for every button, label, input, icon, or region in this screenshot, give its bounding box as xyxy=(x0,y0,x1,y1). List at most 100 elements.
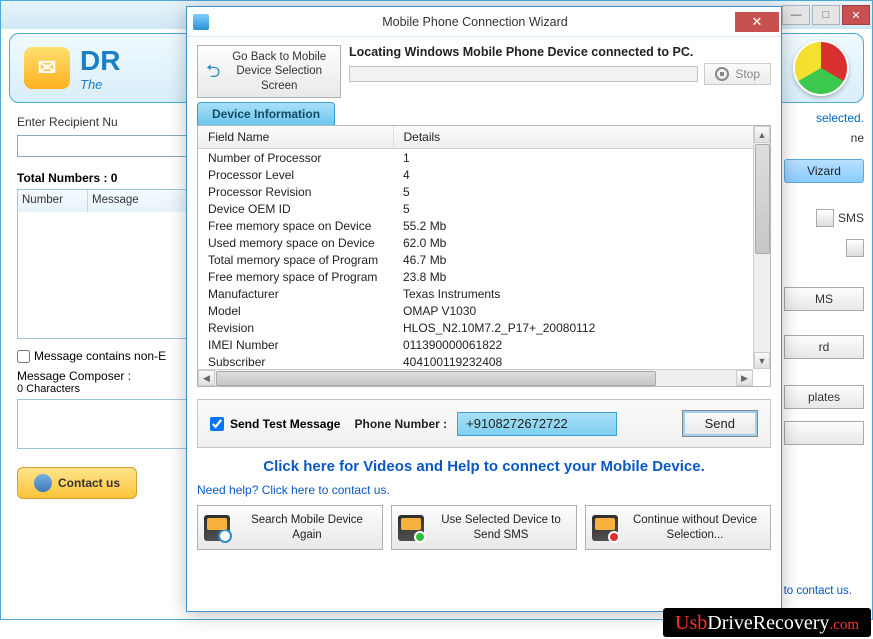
continue-without-device-label: Continue without Device Selection... xyxy=(626,513,764,542)
device-ok-icon xyxy=(398,515,424,541)
help-video-link[interactable]: Click here for Videos and Help to connec… xyxy=(197,458,771,475)
pie-chart-icon xyxy=(793,40,849,96)
nonlatin-checkbox[interactable] xyxy=(17,350,30,363)
details-cell: 5 xyxy=(393,183,770,200)
dropdown-icon[interactable] xyxy=(816,209,834,227)
table-row[interactable]: Free memory space of Program23.8 Mb xyxy=(198,268,770,285)
scroll-thumb[interactable] xyxy=(216,371,656,386)
tab-device-information[interactable]: Device Information xyxy=(197,102,335,125)
scroll-up-icon[interactable]: ▲ xyxy=(754,126,770,143)
url-part1: Usb xyxy=(675,612,707,634)
scroll-right-icon[interactable]: ▶ xyxy=(736,370,753,386)
table-row[interactable]: Processor Level4 xyxy=(198,166,770,183)
send-test-checkbox-row[interactable]: Send Test Message xyxy=(210,417,340,431)
details-cell: 23.8 Mb xyxy=(393,268,770,285)
mail-icon: ✉ xyxy=(24,47,70,89)
stop-icon xyxy=(715,67,729,81)
table-row[interactable]: ModelOMAP V1030 xyxy=(198,302,770,319)
send-test-panel: Send Test Message Phone Number : Send xyxy=(197,399,771,448)
field-name-cell: Total memory space of Program xyxy=(198,251,393,268)
main-minimize-button[interactable]: — xyxy=(782,5,810,25)
table-row[interactable]: Free memory space on Device55.2 Mb xyxy=(198,217,770,234)
logo-area: ✉ DR The xyxy=(24,45,120,92)
field-name-cell: Processor Level xyxy=(198,166,393,183)
rd-button[interactable]: rd xyxy=(784,335,864,359)
contact-us-button[interactable]: Contact us xyxy=(17,467,137,499)
field-name-cell: Number of Processor xyxy=(198,149,393,167)
progress-bar xyxy=(349,66,698,82)
table-row[interactable]: Used memory space on Device62.0 Mb xyxy=(198,234,770,251)
blank-button[interactable] xyxy=(784,421,864,445)
field-name-cell: Subscriber xyxy=(198,353,393,370)
details-cell: 011390000061822 xyxy=(393,336,770,353)
grid-header-number: Number xyxy=(18,190,88,212)
table-row[interactable]: Total memory space of Program46.7 Mb xyxy=(198,251,770,268)
table-row[interactable]: Device OEM ID5 xyxy=(198,200,770,217)
use-selected-device-button[interactable]: Use Selected Device to Send SMS xyxy=(391,505,577,550)
locating-title: Locating Windows Mobile Phone Device con… xyxy=(349,45,771,59)
send-test-label: Send Test Message xyxy=(230,417,340,431)
details-cell: 55.2 Mb xyxy=(393,217,770,234)
wizard-tab-button[interactable]: Vizard xyxy=(784,159,864,183)
table-row[interactable]: IMEI Number011390000061822 xyxy=(198,336,770,353)
field-name-cell: Model xyxy=(198,302,393,319)
main-maximize-button[interactable]: □ xyxy=(812,5,840,25)
phone-number-label: Phone Number : xyxy=(354,417,447,431)
ms-button[interactable]: MS xyxy=(784,287,864,311)
search-device-again-label: Search Mobile Device Again xyxy=(238,513,376,542)
ne-text: ne xyxy=(784,131,864,145)
table-row[interactable]: Processor Revision5 xyxy=(198,183,770,200)
scroll-left-icon[interactable]: ◀ xyxy=(198,370,215,386)
table-row[interactable]: Subscriber404100119232408 xyxy=(198,353,770,370)
scroll-down-icon[interactable]: ▼ xyxy=(754,352,770,369)
table-header-field[interactable]: Field Name xyxy=(198,126,393,149)
stop-button[interactable]: Stop xyxy=(704,63,771,85)
field-name-cell: Manufacturer xyxy=(198,285,393,302)
search-device-again-button[interactable]: Search Mobile Device Again xyxy=(197,505,383,550)
table-header-details[interactable]: Details xyxy=(393,126,770,149)
details-cell: 1 xyxy=(393,149,770,167)
field-name-cell: Free memory space of Program xyxy=(198,268,393,285)
go-back-label: Go Back to Mobile Device Selection Scree… xyxy=(226,50,332,93)
sms-dropdown-row: SMS xyxy=(784,209,864,227)
recipient-input[interactable] xyxy=(17,135,187,157)
url-part2: DriveRecovery xyxy=(707,612,829,634)
sms-text: SMS xyxy=(838,211,864,225)
dropdown-icon[interactable] xyxy=(846,239,864,257)
wizard-app-icon xyxy=(193,14,209,30)
phone-number-input[interactable] xyxy=(457,412,617,436)
wizard-title: Mobile Phone Connection Wizard xyxy=(215,15,735,29)
need-help-contact-link[interactable]: Need help? Click here to contact us. xyxy=(197,483,771,497)
wizard-close-button[interactable]: ✕ xyxy=(735,12,779,32)
plates-button[interactable]: plates xyxy=(784,385,864,409)
url-part3: .com xyxy=(829,617,859,633)
table-row[interactable]: RevisionHLOS_N2.10M7.2_P17+_20080112 xyxy=(198,319,770,336)
go-back-button[interactable]: ⮌ Go Back to Mobile Device Selection Scr… xyxy=(197,45,341,98)
details-cell: HLOS_N2.10M7.2_P17+_20080112 xyxy=(393,319,770,336)
logo-subtext: The xyxy=(80,77,120,92)
table-row[interactable]: Number of Processor1 xyxy=(198,149,770,167)
details-cell: 62.0 Mb xyxy=(393,234,770,251)
selected-text: selected. xyxy=(784,111,864,125)
details-cell: 46.7 Mb xyxy=(393,251,770,268)
connection-wizard-dialog: Mobile Phone Connection Wizard ✕ ⮌ Go Ba… xyxy=(186,6,782,612)
send-button[interactable]: Send xyxy=(682,410,758,437)
details-cell: Texas Instruments xyxy=(393,285,770,302)
table-row[interactable]: ManufacturerTexas Instruments xyxy=(198,285,770,302)
device-search-icon xyxy=(204,515,230,541)
right-pane: selected. ne Vizard SMS MS rd plates xyxy=(784,111,864,515)
horizontal-scrollbar[interactable]: ◀ ▶ xyxy=(198,369,753,386)
logo-text: DR xyxy=(80,45,120,77)
url-watermark: UsbDriveRecovery.com xyxy=(663,608,871,637)
main-close-button[interactable]: ✕ xyxy=(842,5,870,25)
field-name-cell: Revision xyxy=(198,319,393,336)
stop-label: Stop xyxy=(735,67,760,81)
send-test-checkbox[interactable] xyxy=(210,417,224,431)
scroll-thumb[interactable] xyxy=(755,144,770,254)
vertical-scrollbar[interactable]: ▲ ▼ xyxy=(753,126,770,369)
continue-without-device-button[interactable]: Continue without Device Selection... xyxy=(585,505,771,550)
details-cell: OMAP V1030 xyxy=(393,302,770,319)
field-name-cell: Free memory space on Device xyxy=(198,217,393,234)
device-info-table-box: Field Name Details Number of Processor1P… xyxy=(197,125,771,387)
field-name-cell: Device OEM ID xyxy=(198,200,393,217)
